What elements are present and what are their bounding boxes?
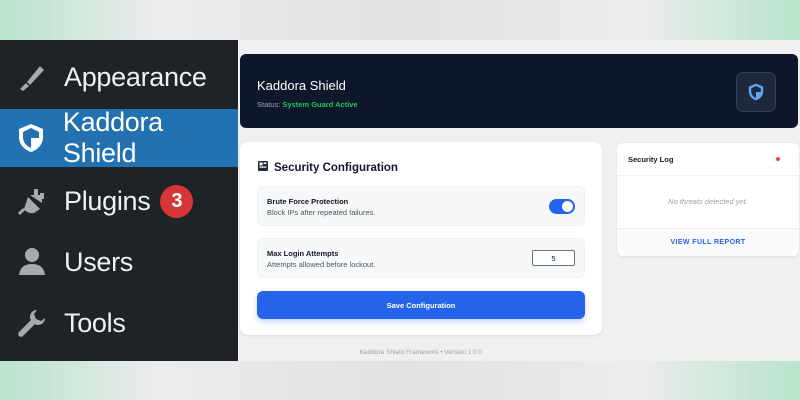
sidebar-item-tools[interactable]: Tools	[0, 294, 238, 352]
sidebar-item-label: Plugins	[64, 185, 151, 216]
log-title: Security Log	[628, 155, 674, 164]
status-label: Status:	[257, 100, 281, 109]
save-configuration-button[interactable]: Save Configuration	[257, 291, 585, 319]
sidebar-item-label: Appearance	[64, 61, 207, 92]
log-header: Security Log	[617, 143, 799, 176]
plugin-main-panel: Kaddora Shield Status: System Guard Acti…	[238, 40, 800, 361]
shield-icon	[14, 120, 49, 156]
dashboard-icon	[258, 161, 268, 174]
card-title: Security Configuration	[258, 161, 398, 174]
sidebar-item-plugins[interactable]: Plugins 3	[0, 172, 238, 230]
sidebar-item-users[interactable]: Users	[0, 233, 238, 291]
setting-description: Block IPs after repeated failures.	[267, 208, 376, 217]
security-log-card: Security Log No threats detected yet. VI…	[617, 143, 799, 256]
setting-title: Max Login Attempts	[267, 249, 339, 258]
plug-icon	[14, 183, 50, 219]
security-configuration-card: Security Configuration Brute Force Prote…	[240, 142, 602, 335]
paintbrush-icon	[14, 59, 50, 95]
card-title-text: Security Configuration	[274, 161, 398, 174]
sidebar-item-label: Tools	[64, 307, 126, 338]
log-footer: VIEW FULL REPORT	[617, 228, 799, 256]
status-dot	[776, 157, 780, 161]
max-login-attempts-input[interactable]	[532, 250, 575, 266]
page-title: Kaddora Shield	[257, 78, 346, 93]
view-full-report-link[interactable]: VIEW FULL REPORT	[670, 239, 745, 246]
user-icon	[14, 244, 50, 280]
sidebar-item-kaddora-shield[interactable]: Kaddora Shield	[0, 107, 238, 168]
sidebar-item-appearance[interactable]: Appearance	[0, 48, 238, 106]
status-line: Status: System Guard Active	[257, 100, 358, 109]
admin-window: Appearance Kaddora Shield Plugins 3 User…	[0, 40, 800, 361]
background-band-bottom	[0, 361, 800, 400]
wrench-icon	[14, 305, 50, 341]
max-login-attempts-row: Max Login Attempts Attempts allowed befo…	[257, 238, 585, 278]
plugins-update-badge: 3	[160, 184, 194, 218]
toggle-knob	[562, 201, 573, 212]
setting-description: Attempts allowed before lockout.	[267, 260, 376, 269]
sidebar-item-label: Kaddora Shield	[62, 107, 163, 168]
admin-sidebar: Appearance Kaddora Shield Plugins 3 User…	[0, 40, 238, 361]
version-footer: Kaddora Shield Framework • Version 1.0.0	[359, 349, 483, 356]
background-band-top	[0, 0, 800, 40]
log-empty-message: No threats detected yet.	[668, 197, 748, 206]
brute-force-row: Brute Force Protection Block IPs after r…	[257, 186, 585, 226]
sidebar-item-label: Users	[64, 246, 134, 277]
brute-force-toggle[interactable]	[549, 199, 575, 214]
shield-icon	[736, 72, 776, 112]
plugin-header: Kaddora Shield Status: System Guard Acti…	[240, 54, 798, 128]
setting-title: Brute Force Protection	[267, 197, 349, 206]
status-value: System Guard Active	[282, 100, 358, 109]
